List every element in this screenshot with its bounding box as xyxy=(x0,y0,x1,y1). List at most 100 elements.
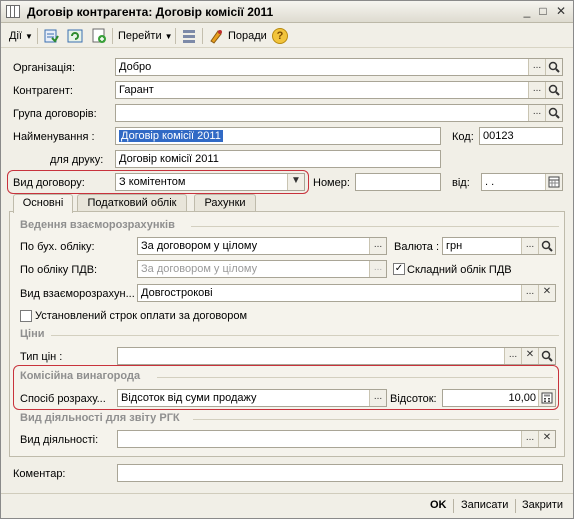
window-title: Договір контрагента: Договір комісії 201… xyxy=(27,5,274,19)
refresh-icon[interactable] xyxy=(67,28,83,44)
number-label: Номер: xyxy=(313,177,350,189)
complex-vat-label: Складний облік ПДВ xyxy=(407,264,512,276)
select-button[interactable]: ... xyxy=(528,105,545,121)
organization-field[interactable]: Добро ... xyxy=(115,58,563,76)
activity-section-title: Вид діяльності для звіту РГК xyxy=(20,412,180,424)
select-button[interactable]: ... xyxy=(504,348,521,364)
calculator-icon[interactable] xyxy=(538,390,555,406)
search-icon[interactable] xyxy=(545,59,562,75)
close-window-button[interactable]: ✕ xyxy=(553,4,569,19)
by-accounting-label: По бух. обліку: xyxy=(20,241,95,253)
payment-term-label: Установлений строк оплати за договором xyxy=(35,310,248,322)
comment-field[interactable] xyxy=(117,464,563,482)
complex-vat-checkbox[interactable]: ✓ xyxy=(393,263,405,275)
price-type-label: Тип цін : xyxy=(20,351,63,363)
activity-kind-label: Вид діяльності: xyxy=(20,434,99,446)
section-divider xyxy=(191,226,559,227)
toolbar-separator xyxy=(175,28,176,44)
post-document-icon[interactable] xyxy=(43,28,59,44)
select-button[interactable]: ... xyxy=(521,238,538,254)
search-icon[interactable] xyxy=(538,238,555,254)
save-button[interactable]: Записати xyxy=(461,499,508,511)
clear-icon[interactable]: ✕ xyxy=(538,431,555,447)
hints-button[interactable]: Поради xyxy=(228,27,267,45)
organization-label: Організація: xyxy=(13,62,75,74)
by-vat-label: По обліку ПДВ: xyxy=(20,264,98,276)
contract-group-field[interactable]: ... xyxy=(115,104,563,122)
by-vat-value: За договором у цілому xyxy=(141,263,258,275)
add-copy-icon[interactable] xyxy=(91,28,107,44)
date-field[interactable]: . . xyxy=(481,173,563,191)
code-field[interactable]: 00123 xyxy=(479,127,563,145)
search-icon[interactable] xyxy=(545,105,562,121)
prices-section-title: Ціни xyxy=(20,328,45,340)
contract-window: Договір контрагента: Договір комісії 201… xyxy=(0,0,574,519)
section-divider xyxy=(51,335,559,336)
select-button[interactable]: ... xyxy=(528,59,545,75)
clear-icon[interactable]: ✕ xyxy=(538,285,555,301)
code-value: 00123 xyxy=(483,130,514,142)
contract-type-label: Вид договору: xyxy=(13,177,85,189)
tab-tax-accounting[interactable]: Податковий облік xyxy=(77,194,187,212)
commission-percent-value: 10,00 xyxy=(508,392,536,404)
select-button: ... xyxy=(369,261,386,277)
print-name-value: Договір комісії 2011 xyxy=(119,153,219,165)
title-bar: Договір контрагента: Договір комісії 201… xyxy=(1,1,573,23)
tab-accounts[interactable]: Рахунки xyxy=(194,194,256,212)
close-button[interactable]: Закрити xyxy=(522,499,563,511)
select-button[interactable]: ... xyxy=(369,390,386,406)
list-structure-icon[interactable] xyxy=(181,28,197,44)
commission-method-value: Відсоток від суми продажу xyxy=(121,392,257,404)
settlement-kind-label: Вид взаєморозрахун... xyxy=(20,288,135,300)
counterparty-value: Гарант xyxy=(119,84,154,96)
commission-method-field[interactable]: Відсоток від суми продажу ... xyxy=(117,389,387,407)
print-name-label: для друку: xyxy=(50,154,104,166)
search-icon[interactable] xyxy=(538,348,555,364)
help-icon[interactable]: ? xyxy=(272,28,288,44)
goto-label: Перейти xyxy=(118,30,162,42)
by-accounting-field[interactable]: За договором у цілому ... xyxy=(137,237,387,255)
name-value: Договір комісії 2011 xyxy=(119,130,223,142)
activity-kind-field[interactable]: ... ✕ xyxy=(117,430,556,448)
print-name-field[interactable]: Договір комісії 2011 xyxy=(115,150,441,168)
commission-percent-field[interactable]: 10,00 xyxy=(442,389,556,407)
section-divider xyxy=(157,377,553,378)
calendar-icon[interactable] xyxy=(545,174,562,190)
toolbar: Дії ▼ Перейти ▼ Поради ? xyxy=(1,24,573,48)
ok-button[interactable]: OK xyxy=(430,499,447,511)
section-divider xyxy=(193,419,559,420)
settlements-section-title: Ведення взаєморозрахунків xyxy=(20,219,175,231)
maximize-button[interactable]: □ xyxy=(535,4,551,19)
actions-label: Дії xyxy=(9,30,22,42)
actions-menu[interactable]: Дії ▼ xyxy=(9,27,33,45)
number-field[interactable] xyxy=(355,173,441,191)
toolbar-separator xyxy=(112,28,113,44)
code-label: Код: xyxy=(452,131,474,143)
counterparty-field[interactable]: Гарант ... xyxy=(115,81,563,99)
search-icon[interactable] xyxy=(545,82,562,98)
currency-value: грн xyxy=(446,240,463,252)
contract-type-value: З комітентом xyxy=(119,176,186,188)
button-separator xyxy=(515,499,516,513)
select-button[interactable]: ... xyxy=(521,431,538,447)
by-vat-field: За договором у цілому ... xyxy=(137,260,387,278)
name-label: Найменування : xyxy=(13,131,95,143)
chevron-down-icon[interactable]: ▼ xyxy=(287,174,304,190)
by-accounting-value: За договором у цілому xyxy=(141,240,258,252)
currency-field[interactable]: грн ... xyxy=(442,237,556,255)
minimize-button[interactable]: _ xyxy=(519,4,535,19)
payment-term-checkbox[interactable] xyxy=(20,310,32,322)
currency-label: Валюта : xyxy=(394,241,440,253)
select-button[interactable]: ... xyxy=(521,285,538,301)
settlement-kind-field[interactable]: Довгострокові ... ✕ xyxy=(137,284,556,302)
clear-icon[interactable]: ✕ xyxy=(521,348,538,364)
goto-menu[interactable]: Перейти ▼ xyxy=(118,27,173,45)
select-button[interactable]: ... xyxy=(528,82,545,98)
commission-percent-label: Відсоток: xyxy=(390,393,437,405)
tab-main[interactable]: Основні xyxy=(13,194,73,213)
name-field[interactable]: Договір комісії 2011 xyxy=(115,127,441,145)
price-type-field[interactable]: ... ✕ xyxy=(117,347,556,365)
select-button[interactable]: ... xyxy=(369,238,386,254)
contract-type-select[interactable]: З комітентом ▼ xyxy=(115,173,305,191)
hints-icon[interactable] xyxy=(208,28,224,44)
